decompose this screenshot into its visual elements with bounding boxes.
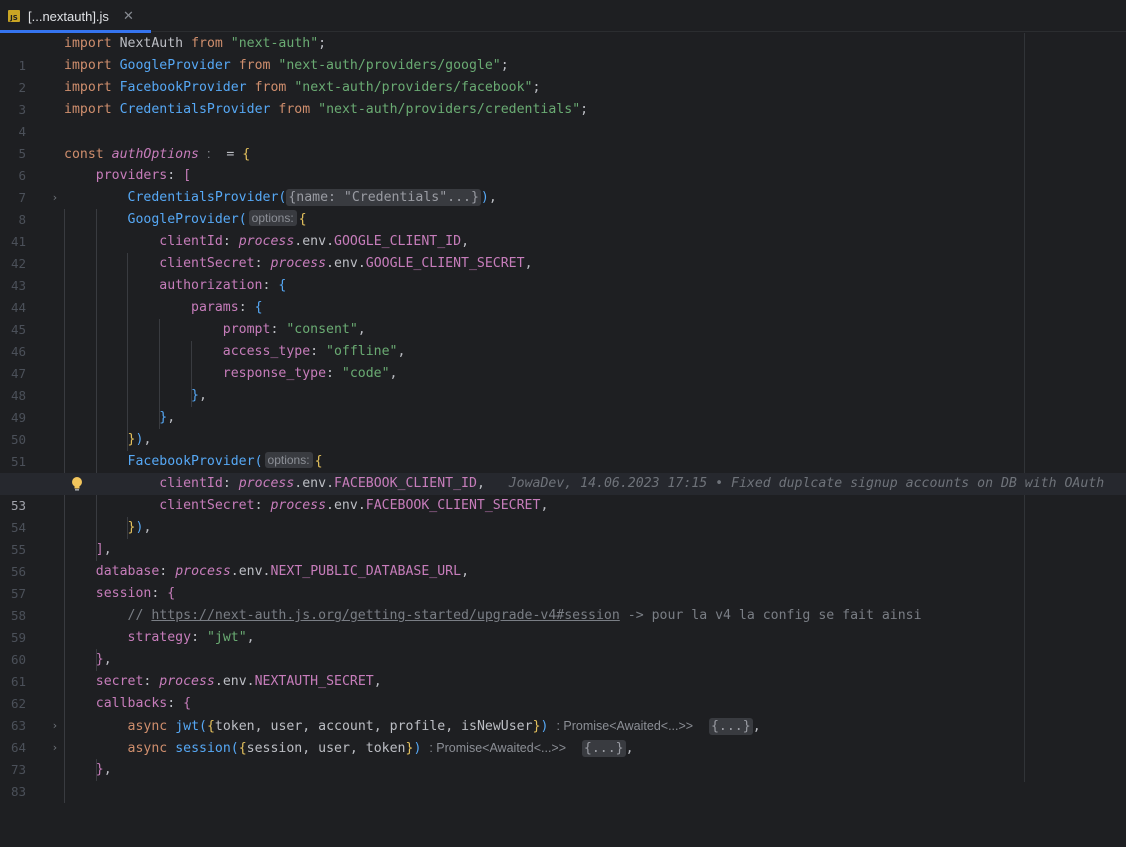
parameter-hint: options: bbox=[248, 210, 297, 226]
code-line[interactable]: 44 authorization: { bbox=[0, 275, 1126, 315]
code-line[interactable]: 47 access_type: "offline", bbox=[0, 341, 1126, 381]
code-line[interactable]: 61 }, bbox=[0, 649, 1126, 689]
code-line[interactable]: 58 session: { bbox=[0, 583, 1126, 623]
code-line[interactable]: 50 }, bbox=[0, 407, 1126, 447]
code-editor[interactable]: 1 import NextAuth from "next-auth"; 2 im… bbox=[0, 33, 1126, 803]
code-line[interactable]: 5 bbox=[0, 121, 1126, 161]
code-line[interactable]: 2 import GoogleProvider from "next-auth/… bbox=[0, 55, 1126, 95]
close-icon[interactable]: ✕ bbox=[123, 9, 134, 24]
return-type-hint: : Promise<Awaited<...>> bbox=[556, 719, 694, 733]
editor-tab-nextauth[interactable]: JS [...nextauth].js ✕ bbox=[0, 0, 151, 33]
fold-expand-icon[interactable]: › bbox=[48, 737, 62, 759]
fold-expand-icon[interactable]: › bbox=[48, 715, 62, 737]
javascript-file-icon: JS bbox=[8, 10, 20, 22]
git-blame-annotation: JowaDev, 14.06.2023 17:15 • Fixed duplca… bbox=[508, 476, 1105, 491]
code-line[interactable]: 49 }, bbox=[0, 385, 1126, 425]
code-line[interactable]: 8 › CredentialsProvider({name: "Credenti… bbox=[0, 187, 1126, 227]
code-line[interactable]: 51 }), bbox=[0, 429, 1126, 469]
code-line[interactable]: 83 }, bbox=[0, 759, 1126, 799]
code-line[interactable]: 7 providers: [ bbox=[0, 165, 1126, 205]
line-number: 83 bbox=[10, 784, 26, 799]
comment-link[interactable]: https://next-auth.js.org/getting-started… bbox=[151, 608, 619, 623]
code-line[interactable]: 6 const authOptions : = { bbox=[0, 143, 1126, 183]
folded-region[interactable]: {name: "Credentials"...} bbox=[286, 189, 481, 206]
parameter-hint: options: bbox=[264, 452, 313, 468]
folded-region[interactable]: {...} bbox=[708, 718, 753, 735]
fold-expand-icon[interactable]: › bbox=[48, 187, 62, 209]
code-line[interactable]: 3 import FacebookProvider from "next-aut… bbox=[0, 77, 1126, 117]
code-line[interactable]: 42 clientId: process.env.GOOGLE_CLIENT_I… bbox=[0, 231, 1126, 271]
code-line[interactable]: 73 › async session({session, user, token… bbox=[0, 737, 1126, 777]
code-line[interactable]: 55 }), bbox=[0, 517, 1126, 557]
code-line[interactable]: 46 prompt: "consent", bbox=[0, 319, 1126, 359]
folded-region[interactable]: {...} bbox=[581, 740, 626, 757]
tab-title: [...nextauth].js bbox=[28, 8, 109, 24]
code-line-current[interactable]: 53 clientId: process.env.FACEBOOK_CLIENT… bbox=[0, 473, 1126, 513]
code-line[interactable]: 52 FacebookProvider(options:{ bbox=[0, 451, 1126, 491]
code-line[interactable]: 48 response_type: "code", bbox=[0, 363, 1126, 403]
code-line[interactable]: 59 // https://next-auth.js.org/getting-s… bbox=[0, 605, 1126, 645]
code-line[interactable]: 54 clientSecret: process.env.FACEBOOK_CL… bbox=[0, 495, 1126, 535]
editor-tab-bar: JS [...nextauth].js ✕ bbox=[0, 0, 1126, 33]
code-line[interactable]: 1 import NextAuth from "next-auth"; bbox=[0, 33, 1126, 73]
code-line[interactable]: 60 strategy: "jwt", bbox=[0, 627, 1126, 667]
code-line[interactable]: 57 database: process.env.NEXT_PUBLIC_DAT… bbox=[0, 561, 1126, 601]
type-hint: : bbox=[206, 147, 211, 161]
code-line[interactable]: 64 › async jwt({token, user, account, pr… bbox=[0, 715, 1126, 755]
code-line[interactable]: 63 callbacks: { bbox=[0, 693, 1126, 733]
code-line[interactable]: 41 GoogleProvider(options:{ bbox=[0, 209, 1126, 249]
code-line[interactable]: 62 secret: process.env.NEXTAUTH_SECRET, bbox=[0, 671, 1126, 711]
code-line[interactable]: 4 import CredentialsProvider from "next-… bbox=[0, 99, 1126, 139]
code-line[interactable]: 43 clientSecret: process.env.GOOGLE_CLIE… bbox=[0, 253, 1126, 293]
return-type-hint: : Promise<Awaited<...>> bbox=[429, 741, 567, 755]
code-line[interactable]: 45 params: { bbox=[0, 297, 1126, 337]
code-line[interactable]: 56 ], bbox=[0, 539, 1126, 579]
